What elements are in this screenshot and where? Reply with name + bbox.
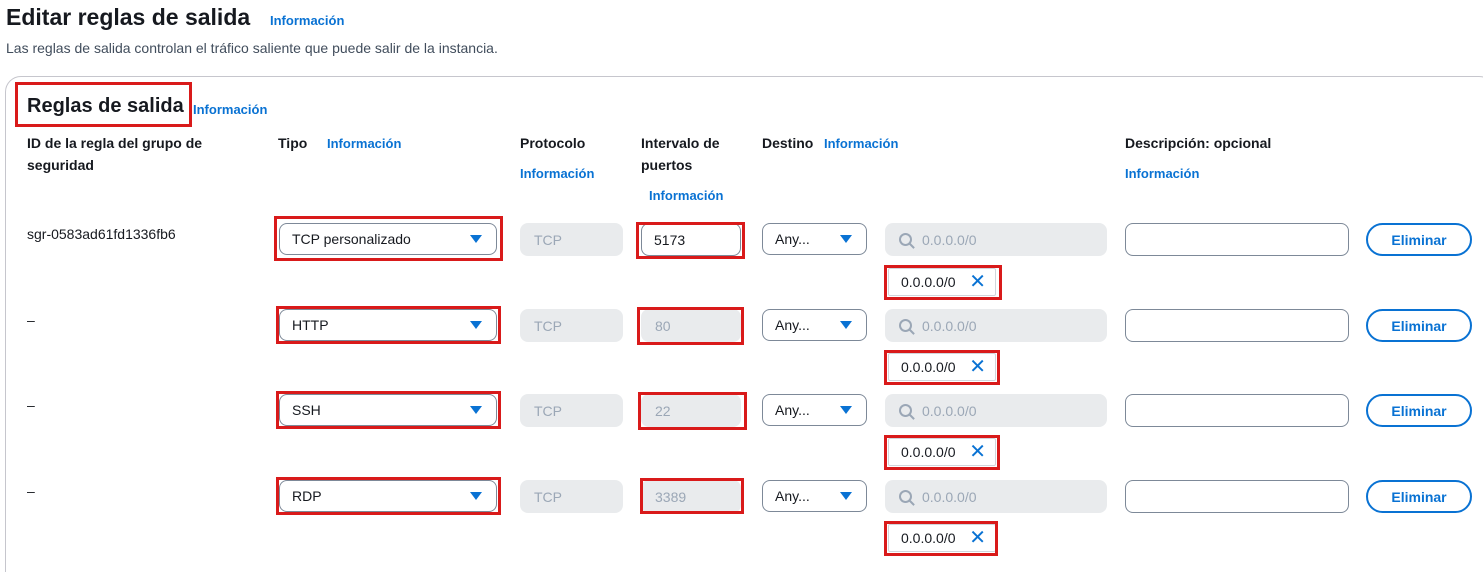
column-header-type: Tipo: [278, 135, 308, 151]
caret-down-icon: [470, 235, 482, 243]
cidr-token-label: 0.0.0.0/0: [901, 274, 956, 290]
destination-select-value: Any...: [775, 488, 810, 504]
close-icon[interactable]: ✕: [969, 528, 986, 548]
port-range-input[interactable]: 5173: [641, 223, 741, 256]
column-header-description: Descripción: opcional: [1125, 135, 1272, 151]
description-input[interactable]: [1125, 223, 1349, 256]
description-input[interactable]: [1125, 309, 1349, 342]
search-icon: [899, 490, 912, 503]
type-info-link[interactable]: Información: [327, 136, 401, 151]
destination-select-value: Any...: [775, 317, 810, 333]
rule-id: sgr-0583ad61fd1336fb6: [27, 226, 176, 242]
caret-down-icon: [470, 321, 482, 329]
type-select-value: RDP: [292, 488, 322, 504]
rule-id: –: [27, 312, 35, 328]
page-description: Las reglas de salida controlan el tráfic…: [6, 40, 498, 56]
destination-info-link[interactable]: Información: [824, 136, 898, 151]
section-info-link[interactable]: Información: [193, 102, 267, 117]
destination-select[interactable]: Any...: [762, 309, 867, 341]
caret-down-icon: [840, 406, 852, 414]
search-icon: [899, 319, 912, 332]
type-select-value: SSH: [292, 402, 321, 418]
cidr-search-placeholder: 0.0.0.0/0: [922, 231, 977, 248]
delete-button[interactable]: Eliminar: [1366, 309, 1472, 342]
section-title: Reglas de salida: [27, 95, 184, 117]
protocol-field: TCP: [520, 394, 623, 427]
destination-select[interactable]: Any...: [762, 223, 867, 255]
caret-down-icon: [840, 235, 852, 243]
cidr-search-placeholder: 0.0.0.0/0: [922, 402, 977, 419]
destination-select-value: Any...: [775, 402, 810, 418]
cidr-search-input[interactable]: 0.0.0.0/0: [885, 309, 1107, 342]
caret-down-icon: [470, 492, 482, 500]
cidr-search-placeholder: 0.0.0.0/0: [922, 488, 977, 505]
cidr-token-label: 0.0.0.0/0: [901, 359, 956, 375]
port-range-input[interactable]: 80: [641, 309, 741, 342]
search-icon: [899, 404, 912, 417]
delete-button[interactable]: Eliminar: [1366, 394, 1472, 427]
cidr-token: 0.0.0.0/0 ✕: [888, 268, 996, 296]
type-select[interactable]: RDP: [279, 480, 497, 512]
caret-down-icon: [470, 406, 482, 414]
port-range-input[interactable]: 3389: [641, 480, 741, 513]
type-select[interactable]: TCP personalizado: [279, 223, 497, 255]
description-input[interactable]: [1125, 394, 1349, 427]
column-header-rule-id: ID de la regla del grupo de seguridad: [27, 135, 203, 173]
close-icon[interactable]: ✕: [969, 442, 986, 462]
close-icon[interactable]: ✕: [969, 272, 986, 292]
cidr-token: 0.0.0.0/0 ✕: [888, 524, 996, 552]
caret-down-icon: [840, 321, 852, 329]
column-header-destination: Destino: [762, 135, 814, 151]
caret-down-icon: [840, 492, 852, 500]
search-icon: [899, 233, 912, 246]
cidr-token-label: 0.0.0.0/0: [901, 444, 956, 460]
rule-id: –: [27, 397, 35, 413]
description-input[interactable]: [1125, 480, 1349, 513]
type-select-value: HTTP: [292, 317, 329, 333]
cidr-search-input[interactable]: 0.0.0.0/0: [885, 480, 1107, 513]
cidr-search-input[interactable]: 0.0.0.0/0: [885, 223, 1107, 256]
protocol-field: TCP: [520, 309, 623, 342]
cidr-token-label: 0.0.0.0/0: [901, 530, 956, 546]
column-header-protocol: Protocolo: [520, 135, 586, 151]
type-select[interactable]: HTTP: [279, 309, 497, 341]
rule-id: –: [27, 483, 35, 499]
cidr-token: 0.0.0.0/0 ✕: [888, 353, 996, 381]
type-select-value: TCP personalizado: [292, 231, 411, 247]
protocol-info-link[interactable]: Información: [520, 166, 594, 181]
destination-select-value: Any...: [775, 231, 810, 247]
destination-select[interactable]: Any...: [762, 394, 867, 426]
close-icon[interactable]: ✕: [969, 357, 986, 377]
cidr-search-input[interactable]: 0.0.0.0/0: [885, 394, 1107, 427]
page-title-info-link[interactable]: Información: [270, 13, 344, 28]
page-title: Editar reglas de salida: [6, 4, 251, 30]
protocol-field: TCP: [520, 223, 623, 256]
description-info-link[interactable]: Información: [1125, 166, 1199, 181]
cidr-search-placeholder: 0.0.0.0/0: [922, 317, 977, 334]
delete-button[interactable]: Eliminar: [1366, 480, 1472, 513]
port-range-input[interactable]: 22: [641, 394, 741, 427]
cidr-token: 0.0.0.0/0 ✕: [888, 438, 996, 466]
protocol-field: TCP: [520, 480, 623, 513]
port-range-info-link[interactable]: Información: [649, 188, 723, 203]
type-select[interactable]: SSH: [279, 394, 497, 426]
column-header-port-range: Intervalo de puertos: [641, 135, 720, 173]
destination-select[interactable]: Any...: [762, 480, 867, 512]
delete-button[interactable]: Eliminar: [1366, 223, 1472, 256]
